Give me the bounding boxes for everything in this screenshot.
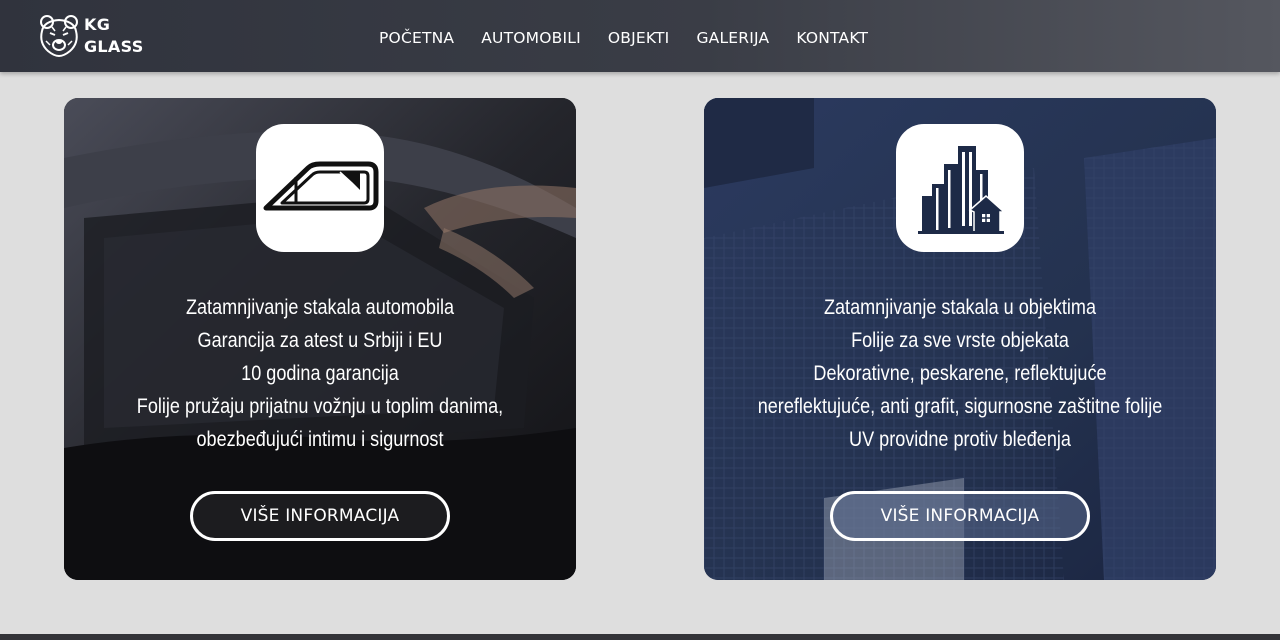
car-window-icon [263,161,379,211]
nav-item-galerija[interactable]: GALERIJA [696,29,769,47]
more-info-button-buildings[interactable]: VIŠE INFORMACIJA [830,491,1090,541]
nav-item-kontakt[interactable]: KONTAKT [796,29,868,47]
city-buildings-icon [918,146,1006,234]
nav-item-automobili[interactable]: AUTOMOBILI [481,29,581,47]
card-line: Zatamnjivanje stakala u objektima [823,296,1097,319]
card-line: Folije za sve vrste objekata [851,329,1069,352]
service-card-buildings: Zatamnjivanje stakala u objektima Folije… [704,98,1216,580]
card-description: Zatamnjivanje stakala u objektima Folije… [740,291,1180,456]
brand-line-2: GLASS [84,37,144,56]
card-line: 10 godina garancija [241,362,399,385]
brand-line-1: KG [84,15,111,34]
city-buildings-icon-box [896,124,1024,252]
card-line: obezbeđujući intimu i sigurnost [196,428,444,451]
nav-item-objekti[interactable]: OBJEKTI [608,29,670,47]
main-nav: POČETNA AUTOMOBILI OBJEKTI GALERIJA KONT… [379,0,895,76]
site-logo[interactable]: KG GLASS [36,12,144,60]
card-line: Folije pružaju prijatnu vožnju u toplim … [136,395,504,418]
footer-edge [0,634,1280,640]
bear-head-icon [40,15,78,58]
top-navbar: KG GLASS POČETNA AUTOMOBILI OBJEKTI GALE… [0,0,1280,72]
service-card-automobiles: Zatamnjivanje stakala automobila Garanci… [64,98,576,580]
card-description: Zatamnjivanje stakala automobila Garanci… [100,291,540,456]
card-line: nereflektujuće, anti grafit, sigurnosne … [757,395,1163,418]
car-window-icon-box [256,124,384,252]
brand-name: KG GLASS [84,14,144,58]
nav-item-pocetna[interactable]: POČETNA [379,29,454,47]
card-line: Zatamnjivanje stakala automobila [185,296,455,319]
card-line: UV providne protiv bleđenja [849,428,1071,451]
card-line: Dekorativne, peskarene, reflektujuće [813,362,1107,385]
card-line: Garancija za atest u Srbiji i EU [197,329,443,352]
more-info-button-automobiles[interactable]: VIŠE INFORMACIJA [190,491,450,541]
